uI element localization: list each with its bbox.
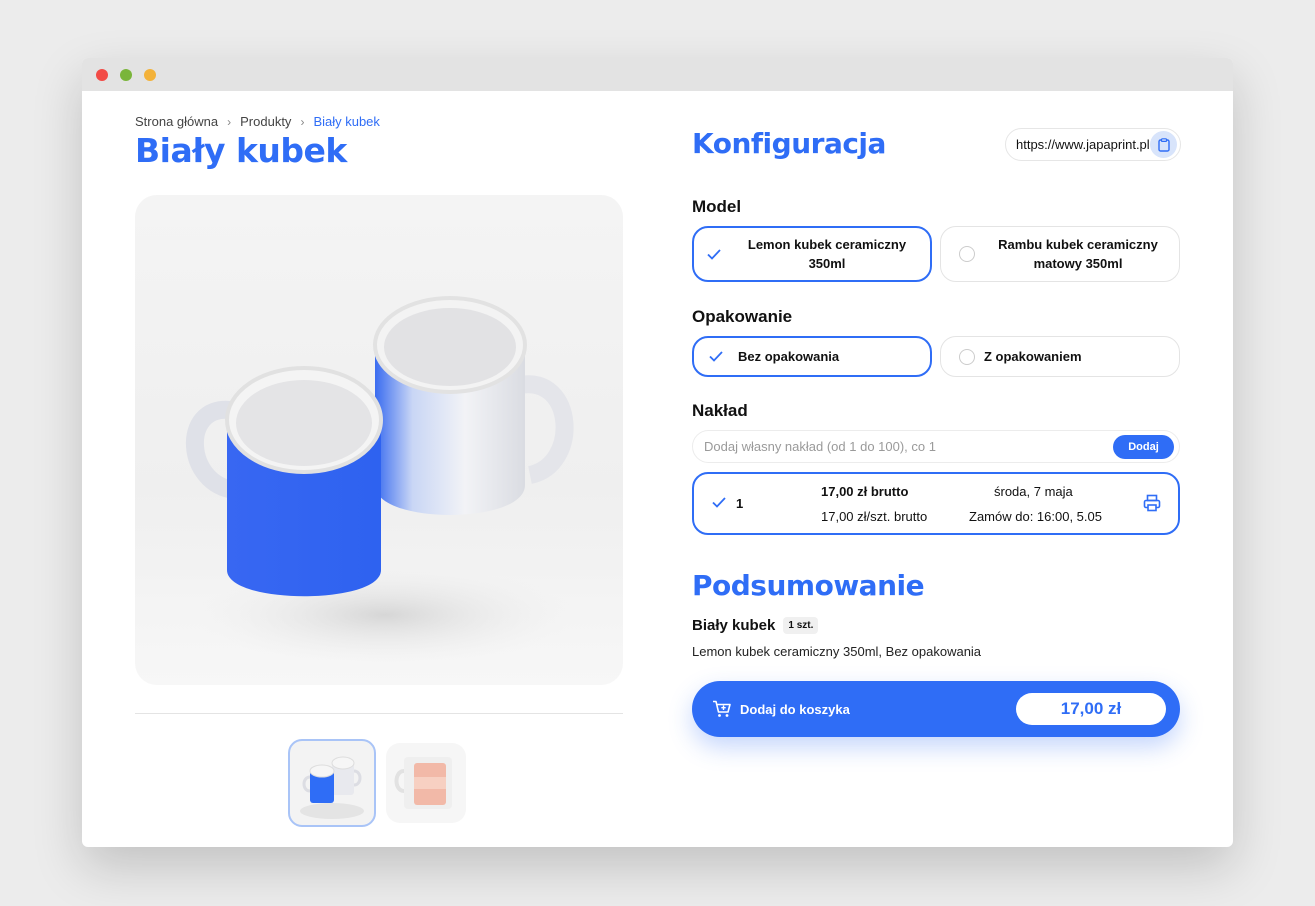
breadcrumb-current: Biały kubek — [313, 114, 380, 129]
quantity-badge: 1 szt. — [783, 617, 819, 634]
divider — [135, 713, 623, 714]
quantity-value: 1 — [736, 496, 744, 511]
maximize-window-button[interactable] — [120, 69, 132, 81]
breadcrumb: Strona główna › Produkty › Biały kubek — [135, 114, 380, 129]
page-content: Strona główna › Produkty › Biały kubek B… — [82, 91, 1233, 847]
delivery-date: środa, 7 maja — [994, 484, 1073, 499]
share-url-text: https://www.japaprint.pl — [1016, 137, 1150, 152]
add-to-cart-button[interactable]: Dodaj do koszyka 17,00 zł — [692, 681, 1180, 737]
thumbnail-pink-mug[interactable] — [386, 743, 466, 823]
summary-description: Lemon kubek ceramiczny 350ml, Bez opakow… — [692, 644, 982, 659]
copy-url-button[interactable] — [1150, 131, 1177, 158]
share-url-field[interactable]: https://www.japaprint.pl — [1005, 128, 1181, 161]
clipboard-icon — [1157, 137, 1170, 152]
packaging-option-with[interactable]: Z opakowaniem — [940, 336, 1180, 377]
mugs-illustration — [186, 296, 575, 665]
minimize-window-button[interactable] — [144, 69, 156, 81]
page-title: Biały kubek — [135, 131, 347, 170]
breadcrumb-home-link[interactable]: Strona główna — [135, 114, 218, 129]
thumbnail-blue-mugs[interactable] — [288, 739, 376, 827]
cart-icon — [712, 700, 732, 718]
check-icon — [694, 248, 734, 260]
chevron-right-icon: › — [227, 114, 232, 129]
config-title: Konfiguracja — [692, 127, 886, 160]
quantity-placeholder: Dodaj własny nakład (od 1 do 100), co 1 — [704, 439, 936, 454]
model-option-label: Rambu kubek ceramiczny matowy 350ml — [998, 237, 1158, 271]
summary-title: Podsumowanie — [692, 569, 925, 602]
add-quantity-button[interactable]: Dodaj — [1113, 434, 1174, 459]
summary-product-name: Biały kubek — [692, 617, 776, 634]
packaging-option-label: Z opakowaniem — [984, 349, 1082, 364]
close-window-button[interactable] — [96, 69, 108, 81]
browser-window: Strona główna › Produkty › Biały kubek B… — [82, 58, 1233, 847]
breadcrumb-products-link[interactable]: Produkty — [240, 114, 291, 129]
order-deadline: Zamów do: 16:00, 5.05 — [969, 509, 1102, 524]
model-option-label: Lemon kubek ceramiczny 350ml — [747, 237, 907, 271]
packaging-option-label: Bez opakowania — [738, 349, 840, 364]
title-bar — [82, 58, 1233, 91]
quantity-label: Nakład — [692, 401, 748, 420]
model-option-lemon[interactable]: Lemon kubek ceramiczny 350ml — [692, 226, 932, 282]
printer-icon[interactable] — [1143, 494, 1161, 515]
packaging-label: Opakowanie — [692, 307, 793, 326]
summary-product: Biały kubek 1 szt. — [692, 617, 819, 634]
radio-icon — [959, 348, 975, 365]
model-option-rambu[interactable]: Rambu kubek ceramiczny matowy 350ml — [940, 226, 1180, 282]
cart-price: 17,00 zł — [1016, 693, 1166, 725]
quantity-option-row[interactable]: 1 17,00 zł brutto 17,00 zł/szt. brutto ś… — [692, 472, 1180, 535]
check-icon — [712, 496, 726, 511]
chevron-right-icon: › — [300, 114, 305, 129]
packaging-option-none[interactable]: Bez opakowania — [692, 336, 932, 377]
product-image — [135, 195, 623, 685]
unit-price: 17,00 zł/szt. brutto — [821, 509, 928, 524]
check-icon — [694, 351, 738, 362]
total-price: 17,00 zł brutto — [821, 484, 909, 499]
add-to-cart-label: Dodaj do koszyka — [740, 701, 850, 717]
model-label: Model — [692, 197, 742, 216]
radio-icon — [959, 246, 975, 262]
custom-quantity-input[interactable]: Dodaj własny nakład (od 1 do 100), co 1 … — [692, 430, 1180, 463]
